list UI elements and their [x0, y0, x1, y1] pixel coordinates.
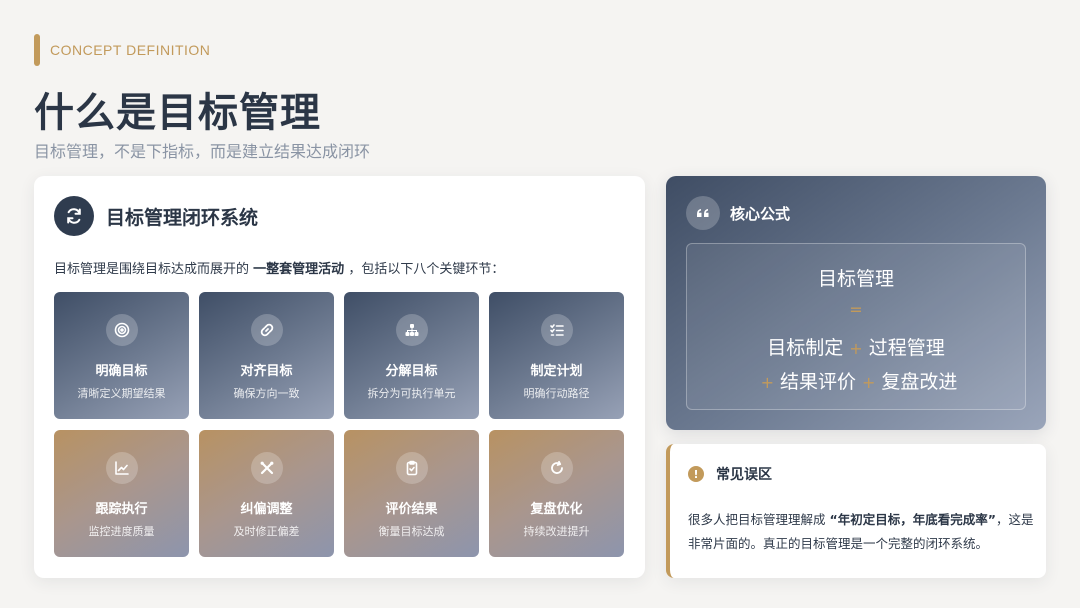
step-title: 复盘优化	[530, 502, 583, 517]
pitfall-text: 很多人把目标管理理解成 “年初定目标，年底看完成率”，这是非常片面的。真正的目标…	[688, 508, 1038, 556]
hierarchy-icon	[395, 314, 428, 346]
step-tile: 评价结果 衡量目标达成	[344, 430, 479, 557]
clipboard-check-icon	[395, 452, 428, 484]
tools-icon	[250, 452, 283, 484]
step-desc: 确保方向一致	[233, 387, 300, 400]
step-desc: 清晰定义期望结果	[77, 387, 166, 400]
step-tile: 复盘优化 持续改进提升	[489, 430, 624, 557]
step-desc: 及时修正偏差	[233, 525, 300, 538]
system-card: 目标管理闭环系统 目标管理是围绕目标达成而展开的 一整套管理活动 ，包括以下八个…	[34, 176, 645, 578]
checklist-icon	[540, 314, 573, 346]
formula-term: 结果评价	[779, 371, 856, 393]
pitfall-text-start: 很多人把目标管理理解成	[688, 512, 826, 527]
step-desc: 拆分为可执行单元	[367, 387, 456, 400]
step-title: 明确目标	[95, 364, 148, 379]
step-tile: 纠偏调整 及时修正偏差	[199, 430, 334, 557]
step-title: 分解目标	[385, 364, 438, 379]
formula-result: 目标管理	[817, 268, 894, 290]
step-tile: 跟踪执行 监控进度质量	[54, 430, 189, 557]
pitfall-highlight: “年初定目标，年底看完成率”	[829, 512, 996, 527]
formula-term: 过程管理	[868, 337, 945, 359]
intro-highlight: 一整套管理活动	[253, 262, 345, 277]
quote-icon	[686, 196, 720, 230]
eyebrow: CONCEPT DEFINITION	[34, 34, 210, 66]
step-tile: 对齐目标 确保方向一致	[199, 292, 334, 419]
link-icon	[250, 314, 283, 346]
page-subtitle: 目标管理，不是下指标，而是建立结果达成闭环	[34, 142, 371, 161]
step-title: 评价结果	[385, 502, 438, 517]
formula-equals: =	[849, 300, 863, 319]
step-grid: 明确目标 清晰定义期望结果 对齐目标 确保方向一致 分解目标 拆分为可执行单元 …	[54, 292, 624, 557]
intro-text: 目标管理是围绕目标达成而展开的	[54, 262, 250, 277]
formula-plus: +	[849, 339, 863, 358]
page-title: 什么是目标管理	[34, 90, 321, 136]
step-desc: 监控进度质量	[88, 525, 155, 538]
pitfall-card-title: 常见误区	[716, 467, 772, 483]
formula-plus: +	[760, 373, 774, 392]
intro-text-end: ，包括以下八个关键环节：	[348, 262, 505, 277]
eyebrow-accent-bar	[34, 34, 40, 66]
step-tile: 明确目标 清晰定义期望结果	[54, 292, 189, 419]
pitfall-card: ! 常见误区 很多人把目标管理理解成 “年初定目标，年底看完成率”，这是非常片面…	[666, 444, 1046, 578]
formula-line-1: 目标制定 + 过程管理	[687, 333, 1025, 360]
formula-card-header: 核心公式	[686, 196, 790, 230]
exclamation-icon: !	[688, 466, 704, 482]
system-card-header: 目标管理闭环系统	[54, 196, 258, 236]
step-title: 对齐目标	[240, 364, 293, 379]
system-card-title: 目标管理闭环系统	[106, 206, 259, 229]
step-tile: 分解目标 拆分为可执行单元	[344, 292, 479, 419]
formula-term: 复盘改进	[881, 371, 958, 393]
step-title: 纠偏调整	[240, 502, 293, 517]
formula-term: 目标制定	[767, 337, 844, 359]
formula-card: 核心公式 目标管理 = 目标制定 + 过程管理 + 结果评价 + 复盘改进	[666, 176, 1046, 430]
pitfall-card-header: ! 常见误区	[688, 464, 772, 484]
target-icon	[105, 314, 138, 346]
step-tile: 制定计划 明确行动路径	[489, 292, 624, 419]
eyebrow-label: CONCEPT DEFINITION	[50, 42, 211, 58]
formula-plus: +	[862, 373, 876, 392]
step-desc: 明确行动路径	[523, 387, 590, 400]
system-card-intro: 目标管理是围绕目标达成而展开的 一整套管理活动 ，包括以下八个关键环节：	[54, 258, 504, 277]
step-desc: 衡量目标达成	[378, 525, 445, 538]
formula-card-title: 核心公式	[730, 204, 791, 223]
formula-line-2: + 结果评价 + 复盘改进	[687, 367, 1025, 394]
step-desc: 持续改进提升	[523, 525, 590, 538]
step-title: 制定计划	[530, 364, 583, 379]
formula-box: 目标管理 = 目标制定 + 过程管理 + 结果评价 + 复盘改进	[686, 243, 1026, 410]
trend-chart-icon	[105, 452, 138, 484]
refresh-icon	[54, 196, 94, 236]
step-title: 跟踪执行	[95, 502, 148, 517]
redo-icon	[540, 452, 573, 484]
